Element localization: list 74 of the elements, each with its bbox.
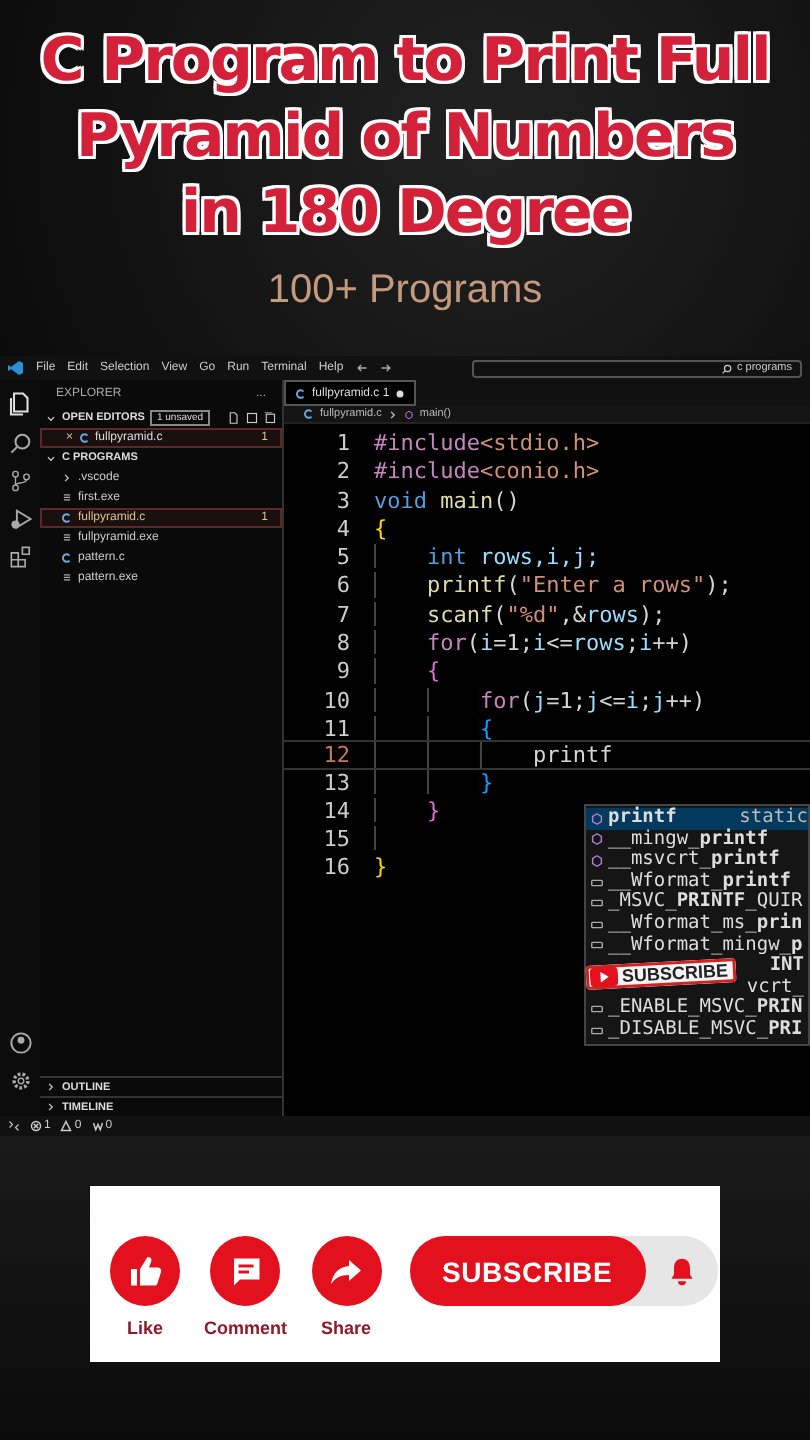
code-line: { xyxy=(426,658,441,684)
code-line: { xyxy=(374,515,388,541)
suggestion-item[interactable]: _MSVC_PRINTF_QUIR xyxy=(586,892,808,914)
suggestion-item[interactable]: INT xyxy=(769,956,804,978)
line-number: 7 xyxy=(334,601,352,627)
file-icon xyxy=(62,492,72,504)
branch-icon xyxy=(9,470,31,492)
line-number: 12 xyxy=(321,742,352,768)
settings-icon xyxy=(9,1070,31,1092)
suggestion-item[interactable]: __mingw_printf xyxy=(586,829,808,851)
editor-logo-icon xyxy=(8,360,24,376)
search-icon xyxy=(722,363,733,373)
line-number: 8 xyxy=(334,630,352,655)
line-number: 4 xyxy=(334,515,352,541)
line-number: 15 xyxy=(321,826,352,851)
forward-arrow-icon xyxy=(379,362,392,374)
code-line: printf xyxy=(532,742,613,768)
line-number: 16 xyxy=(321,854,352,880)
file-icon xyxy=(62,572,72,584)
subtitle: 100+ Programs xyxy=(267,268,543,314)
code-line: scanf("%d",&rows); xyxy=(426,601,666,627)
chevron-icon xyxy=(387,409,398,419)
line-number: 2 xyxy=(334,458,352,484)
line-number: 10 xyxy=(321,687,352,712)
code-line: for(i=1;i<=rows;i++) xyxy=(426,630,692,655)
c-file-icon xyxy=(62,512,72,524)
code-line: { xyxy=(479,715,494,741)
files-icon xyxy=(8,392,32,416)
suggestion-item[interactable]: _ENABLE_MSVC_PRIN xyxy=(586,998,808,1020)
suggestion-item[interactable]: printf static xyxy=(586,808,808,830)
code-line: } xyxy=(374,854,388,880)
suggestion-item[interactable]: vcrt_ xyxy=(746,977,804,999)
code-line: for(j=1;j<=i;j++) xyxy=(479,687,706,712)
video-title: in 180 Degree xyxy=(180,176,630,252)
code-line: printf("Enter a rows"); xyxy=(426,572,732,598)
chevron-icon xyxy=(46,413,56,423)
code-line: #include<conio.h> xyxy=(374,458,600,484)
suggestion-item[interactable]: __Wformat_printf xyxy=(586,871,808,893)
line-number: 5 xyxy=(334,544,352,569)
line-number: 11 xyxy=(321,715,352,741)
file-icon xyxy=(62,532,72,544)
extensions-icon xyxy=(9,546,31,568)
line-number: 3 xyxy=(334,487,352,512)
code-line: } xyxy=(479,769,494,794)
line-number: 1 xyxy=(334,430,352,455)
video-title: Pyramid of Numbers xyxy=(76,100,734,176)
video-title: C Program to Print Full xyxy=(40,24,770,100)
bell-icon xyxy=(665,1255,698,1287)
subscribe-button[interactable]: SUBSCRIBE xyxy=(409,1236,646,1306)
line-number: 9 xyxy=(334,658,352,684)
error-icon xyxy=(30,1120,42,1132)
code-line: #include<stdio.h> xyxy=(374,430,600,455)
suggestion-item[interactable]: __Wformat_ms_prin xyxy=(586,913,808,936)
line-number: 6 xyxy=(334,572,352,598)
remote-icon xyxy=(8,1120,20,1132)
search-icon xyxy=(9,432,31,454)
suggestion-item[interactable]: __msvcrt_printf xyxy=(586,850,808,872)
suggestion-item[interactable]: _DISABLE_MSVC_PRI xyxy=(586,1019,808,1042)
line-number: 13 xyxy=(321,769,352,794)
code-line: void main() xyxy=(374,487,520,512)
code-line: } xyxy=(426,797,441,823)
account-icon xyxy=(9,1032,31,1054)
suggestion-item[interactable]: __Wformat_mingw_p xyxy=(586,935,808,957)
warning-icon xyxy=(60,1120,73,1132)
new-file-icon xyxy=(228,412,240,424)
play-logo-icon xyxy=(589,966,619,988)
c-file-icon xyxy=(62,552,72,564)
line-number: 14 xyxy=(321,797,352,823)
thumbs-up-icon xyxy=(127,1253,163,1289)
code-line: int rows,i,j; xyxy=(426,544,600,569)
c-file-icon xyxy=(79,432,90,444)
run-debug-icon xyxy=(9,508,31,530)
back-arrow-icon xyxy=(355,362,368,374)
cube-icon xyxy=(403,409,414,419)
